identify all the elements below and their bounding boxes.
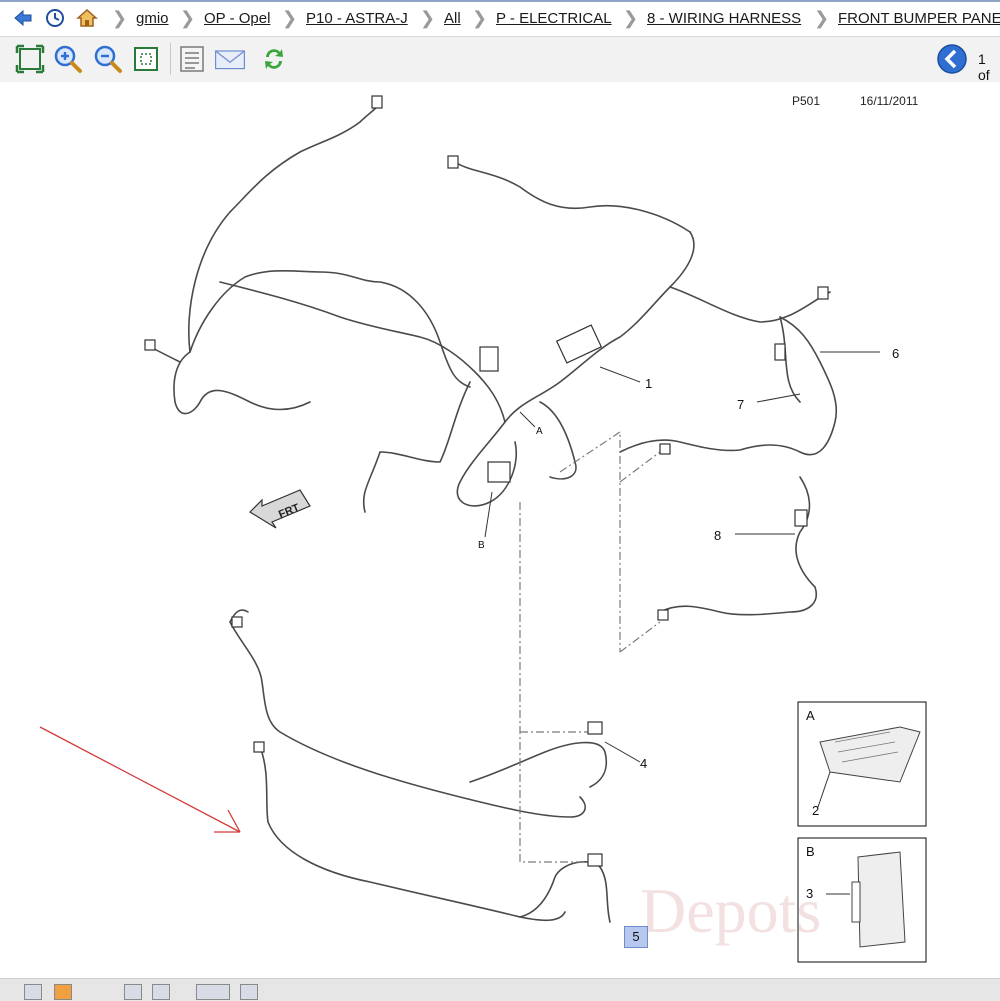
zoom-in-icon[interactable] <box>52 43 84 75</box>
detail-a-label: A <box>806 708 815 723</box>
connector-top-left <box>371 95 383 109</box>
callout-leader-7 <box>756 393 801 403</box>
harness-center-branch <box>504 231 695 423</box>
breadcrumb-separator: ❯ <box>814 8 830 28</box>
connector-bumper-left <box>231 616 243 628</box>
reference-line-right <box>559 430 621 652</box>
connector-control-module <box>555 324 603 364</box>
connector-bumper-lower <box>587 853 603 867</box>
connector-bumper-upper <box>587 721 603 735</box>
breadcrumb-separator: ❯ <box>282 8 298 28</box>
callout-8[interactable]: 8 <box>714 528 721 543</box>
connector-bumper-lower-left <box>253 741 265 753</box>
back-arrow-icon[interactable] <box>12 7 34 29</box>
connector-sensor-6 <box>774 343 786 361</box>
connector-sensor-8 <box>794 509 808 527</box>
callout-4[interactable]: 4 <box>640 756 647 771</box>
harness-right-lower <box>619 316 838 456</box>
callout-2[interactable]: 2 <box>812 803 819 818</box>
breadcrumb-separator: ❯ <box>420 8 436 28</box>
annotation-arrow-icon <box>39 726 241 833</box>
connector-top-center <box>447 155 459 169</box>
connector-center-lower <box>487 461 511 483</box>
breadcrumb-separator: ❯ <box>112 8 128 28</box>
harness-right-lower-8 <box>659 476 817 616</box>
harness-bumper-upper-branch <box>469 741 608 788</box>
breadcrumb-item-make[interactable]: OP - Opel <box>204 10 270 27</box>
callout-7[interactable]: 7 <box>737 397 744 412</box>
harness-point-a-label: A <box>536 426 543 437</box>
toolbar-divider <box>170 43 171 75</box>
watermark: Depots <box>640 875 821 946</box>
breadcrumb: ❯ gmio ❯ OP - Opel ❯ P10 - ASTRA-J ❯ All… <box>0 2 1000 34</box>
camera-icon[interactable] <box>124 984 142 1000</box>
diagram-toolbar: 1 of <box>0 36 1000 83</box>
callout-leader-1 <box>599 366 641 383</box>
zoom-out-icon[interactable] <box>92 43 124 75</box>
bottom-toolbar <box>0 978 1000 1001</box>
email-icon[interactable] <box>214 43 246 75</box>
harness-center-upper <box>454 161 691 233</box>
harness-right-branch <box>669 286 831 323</box>
mail-icon[interactable] <box>196 984 230 1000</box>
connector-left-end <box>144 339 156 351</box>
reference-line-right-lower <box>619 621 661 653</box>
history-clock-icon[interactable] <box>44 7 66 29</box>
breadcrumb-separator: ❯ <box>180 8 196 28</box>
connector-top-right <box>817 286 829 300</box>
breadcrumb-item-section[interactable]: FRONT BUMPER PANE <box>838 10 1000 27</box>
harness-center-loop <box>362 381 471 513</box>
print-icon[interactable] <box>24 984 42 1000</box>
connector-right-lower <box>657 609 669 621</box>
reference-line-main <box>519 502 590 863</box>
selected-callout-5[interactable]: 5 <box>624 926 648 948</box>
home-icon[interactable] <box>76 7 98 29</box>
callout-leader-a <box>519 411 536 428</box>
breadcrumb-separator: ❯ <box>623 8 639 28</box>
parts-list-icon[interactable] <box>176 43 208 75</box>
breadcrumb-separator: ❯ <box>472 8 488 28</box>
breadcrumb-item-all[interactable]: All <box>444 10 461 27</box>
page-indicator: 1 of <box>978 51 990 83</box>
detail-b-label: B <box>806 844 815 859</box>
document-icon[interactable] <box>152 984 170 1000</box>
copy-icon[interactable] <box>240 984 258 1000</box>
harness-left-drop <box>173 351 311 415</box>
connector-right-upper <box>659 443 671 455</box>
wiring-diagram: 1 4 6 7 8 A B FRT A 2 B 3 Depots <box>39 95 927 963</box>
refresh-icon[interactable] <box>258 43 290 75</box>
breadcrumb-item-gmio[interactable]: gmio <box>136 10 169 27</box>
breadcrumb-item-model[interactable]: P10 - ASTRA-J <box>306 10 408 27</box>
connector-center-block <box>479 346 499 372</box>
harness-bumper-upper <box>229 621 586 818</box>
harness-main-branch-left <box>189 269 471 388</box>
notes-icon[interactable] <box>54 984 72 1000</box>
callout-1[interactable]: 1 <box>645 376 652 391</box>
front-direction-icon: FRT <box>249 489 311 529</box>
breadcrumb-item-group[interactable]: P - ELECTRICAL <box>496 10 612 27</box>
harness-bumper-lower <box>259 746 566 922</box>
callout-leader-b <box>484 491 493 538</box>
harness-main-branch-left-upper <box>187 101 380 353</box>
fit-to-screen-icon[interactable] <box>14 43 46 75</box>
callout-leader-4 <box>604 741 641 763</box>
breadcrumb-item-subgroup[interactable]: 8 - WIRING HARNESS <box>647 10 801 27</box>
previous-page-button[interactable] <box>936 43 968 75</box>
actual-size-icon[interactable] <box>130 43 162 75</box>
diagram-canvas: P501 16/11/2011 1 4 6 7 8 A B FRT A 2 B … <box>0 82 1000 978</box>
detail-a: A 2 <box>797 701 927 827</box>
harness-right-connector <box>539 401 577 480</box>
reference-line-right-upper <box>619 451 661 483</box>
harness-point-b-label: B <box>478 540 485 551</box>
callout-6[interactable]: 6 <box>892 346 899 361</box>
